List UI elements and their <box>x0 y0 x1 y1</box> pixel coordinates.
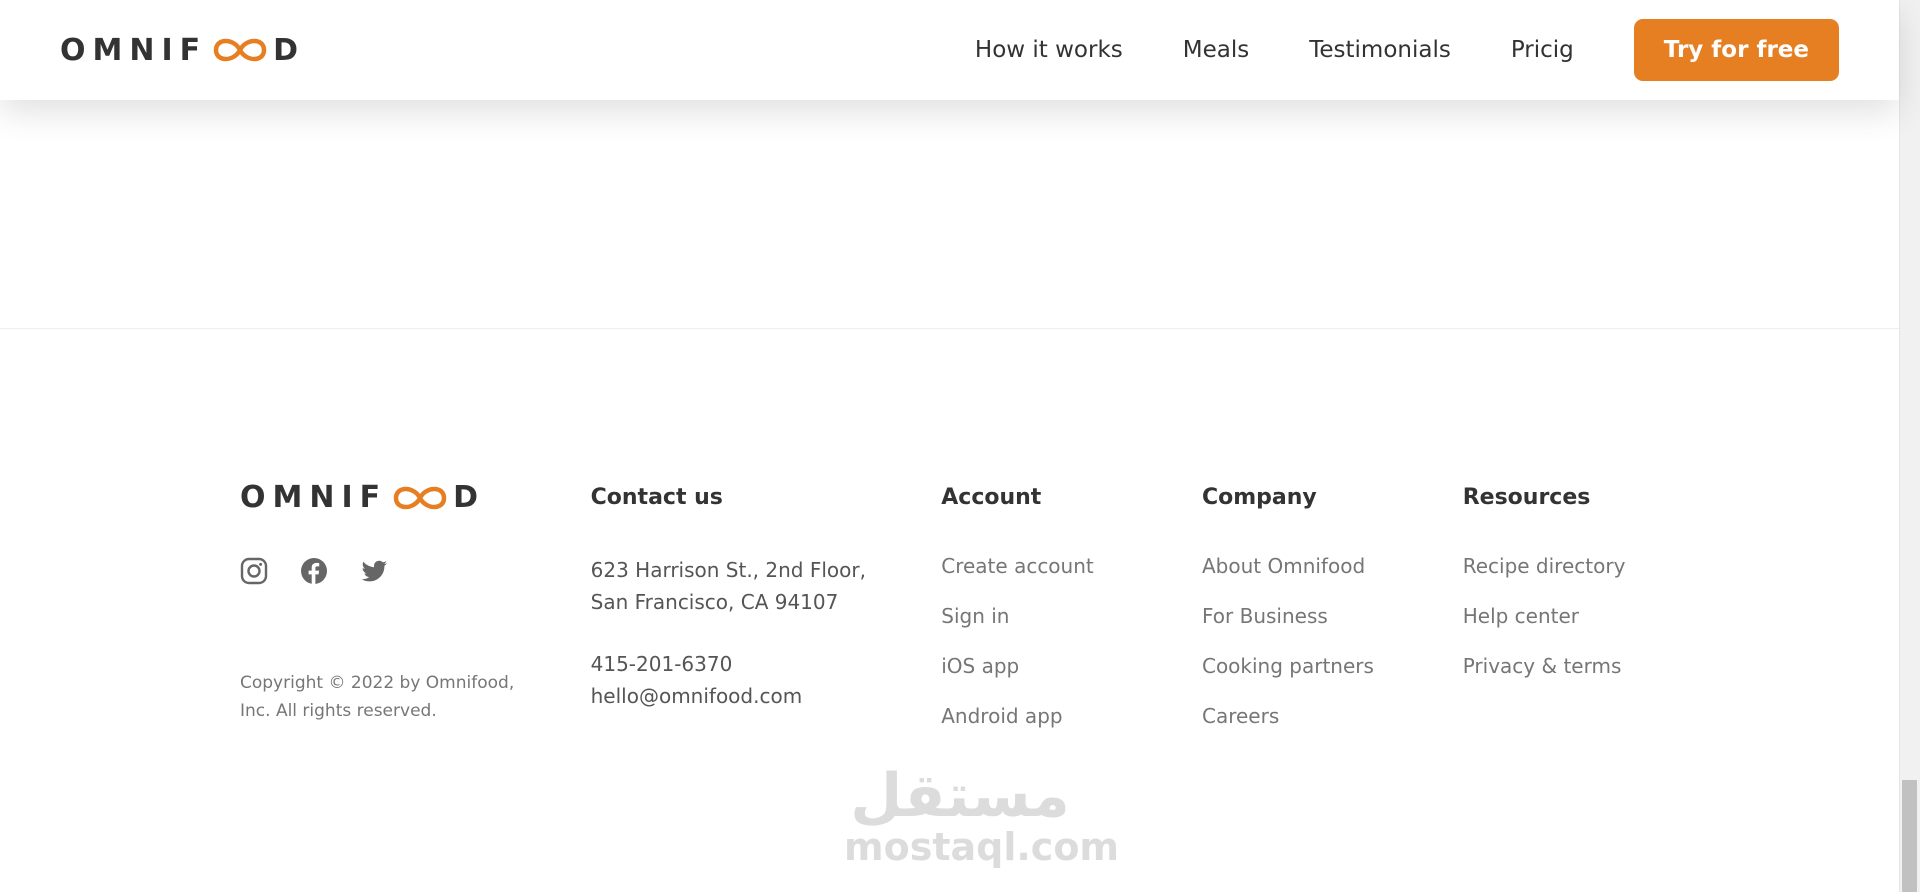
email-link[interactable]: hello@omnifood.com <box>591 680 942 712</box>
account-links: Create account Sign in iOS app Android a… <box>941 554 1202 728</box>
nav-link-meals[interactable]: Meals <box>1183 37 1249 63</box>
twitter-icon[interactable] <box>360 557 388 585</box>
omnifood-logo[interactable]: OMNIF D <box>60 33 305 68</box>
list-item: For Business <box>1202 604 1463 628</box>
contact-details: 415-201-6370 hello@omnifood.com <box>591 648 942 712</box>
footer-logo-text-suffix: D <box>453 480 486 515</box>
list-item: iOS app <box>941 654 1202 678</box>
account-column: Account Create account Sign in iOS app A… <box>941 480 1202 754</box>
try-for-free-button[interactable]: Try for free <box>1633 19 1839 81</box>
resources-column: Resources Recipe directory Help center P… <box>1463 480 1680 754</box>
copyright-line-2: Inc. All rights reserved. <box>240 701 437 721</box>
android-app-link[interactable]: Android app <box>941 704 1062 728</box>
account-heading: Account <box>941 485 1042 510</box>
list-item: Create account <box>941 554 1202 578</box>
section-divider <box>0 328 1899 329</box>
copyright-text: Copyright © 2022 by Omnifood, Inc. All r… <box>240 669 530 725</box>
contact-heading: Contact us <box>590 485 723 510</box>
phone-link[interactable]: 415-201-6370 <box>591 648 942 680</box>
main-nav: How it works Meals Testimonials Pricig T… <box>975 19 1839 81</box>
footer-logo-text-prefix: OMNIF <box>240 480 388 515</box>
resources-heading: Resources <box>1462 485 1591 510</box>
company-column: Company About Omnifood For Business Cook… <box>1202 480 1463 754</box>
about-omnifood-link[interactable]: About Omnifood <box>1202 554 1365 578</box>
list-item: About Omnifood <box>1202 554 1463 578</box>
careers-link[interactable]: Careers <box>1202 704 1279 728</box>
list-item: Privacy & terms <box>1463 654 1680 678</box>
facebook-icon[interactable] <box>300 557 328 585</box>
company-links: About Omnifood For Business Cooking part… <box>1202 554 1463 728</box>
nav-link-how-it-works[interactable]: How it works <box>975 37 1123 63</box>
list-item: Help center <box>1463 604 1680 628</box>
ios-app-link[interactable]: iOS app <box>941 654 1019 678</box>
list-item: Recipe directory <box>1463 554 1680 578</box>
list-item: Android app <box>941 704 1202 728</box>
contact-column: Contact us 623 Harrison St., 2nd Floor, … <box>591 480 942 754</box>
logo-text-prefix: OMNIF <box>60 32 208 68</box>
help-center-link[interactable]: Help center <box>1463 604 1579 628</box>
for-business-link[interactable]: For Business <box>1202 604 1328 628</box>
nav-link-pricing[interactable]: Pricig <box>1511 37 1574 63</box>
vertical-scrollbar[interactable] <box>1899 0 1920 892</box>
address: 623 Harrison St., 2nd Floor, San Francis… <box>591 554 942 618</box>
list-item: Cooking partners <box>1202 654 1463 678</box>
create-account-link[interactable]: Create account <box>941 554 1094 578</box>
footer-logo-column: OMNIF D Copyright © 2022 by Omnifood, In… <box>240 480 591 754</box>
social-links <box>240 557 591 585</box>
recipe-directory-link[interactable]: Recipe directory <box>1463 554 1626 578</box>
watermark-arabic-text: مستقل <box>850 761 1070 831</box>
resources-links: Recipe directory Help center Privacy & t… <box>1463 554 1680 678</box>
scrollbar-thumb[interactable] <box>1902 780 1917 892</box>
list-item: Careers <box>1202 704 1463 728</box>
nav-link-testimonials[interactable]: Testimonials <box>1309 37 1451 63</box>
address-line-2: San Francisco, CA 94107 <box>590 590 839 614</box>
privacy-terms-link[interactable]: Privacy & terms <box>1463 654 1622 678</box>
site-footer: OMNIF D Copyright © 2022 by Omnifood, In… <box>240 480 1680 754</box>
company-heading: Company <box>1201 485 1317 510</box>
sign-in-link[interactable]: Sign in <box>941 604 1009 628</box>
footer-omnifood-logo[interactable]: OMNIF D <box>240 480 591 515</box>
infinity-logo-icon <box>210 35 270 65</box>
list-item: Sign in <box>941 604 1202 628</box>
logo-text-suffix: D <box>273 32 306 68</box>
cooking-partners-link[interactable]: Cooking partners <box>1202 654 1374 678</box>
site-header: OMNIF D How it works Meals Testimonials … <box>0 0 1899 100</box>
mostaql-watermark: مستقل mostaql.com <box>844 761 1120 869</box>
instagram-icon[interactable] <box>240 557 268 585</box>
watermark-latin-text: mostaql.com <box>844 825 1120 869</box>
copyright-line-1: Copyright © 2022 by Omnifood, <box>240 673 515 693</box>
address-line-1: 623 Harrison St., 2nd Floor, <box>590 558 866 582</box>
infinity-logo-icon <box>390 483 450 513</box>
